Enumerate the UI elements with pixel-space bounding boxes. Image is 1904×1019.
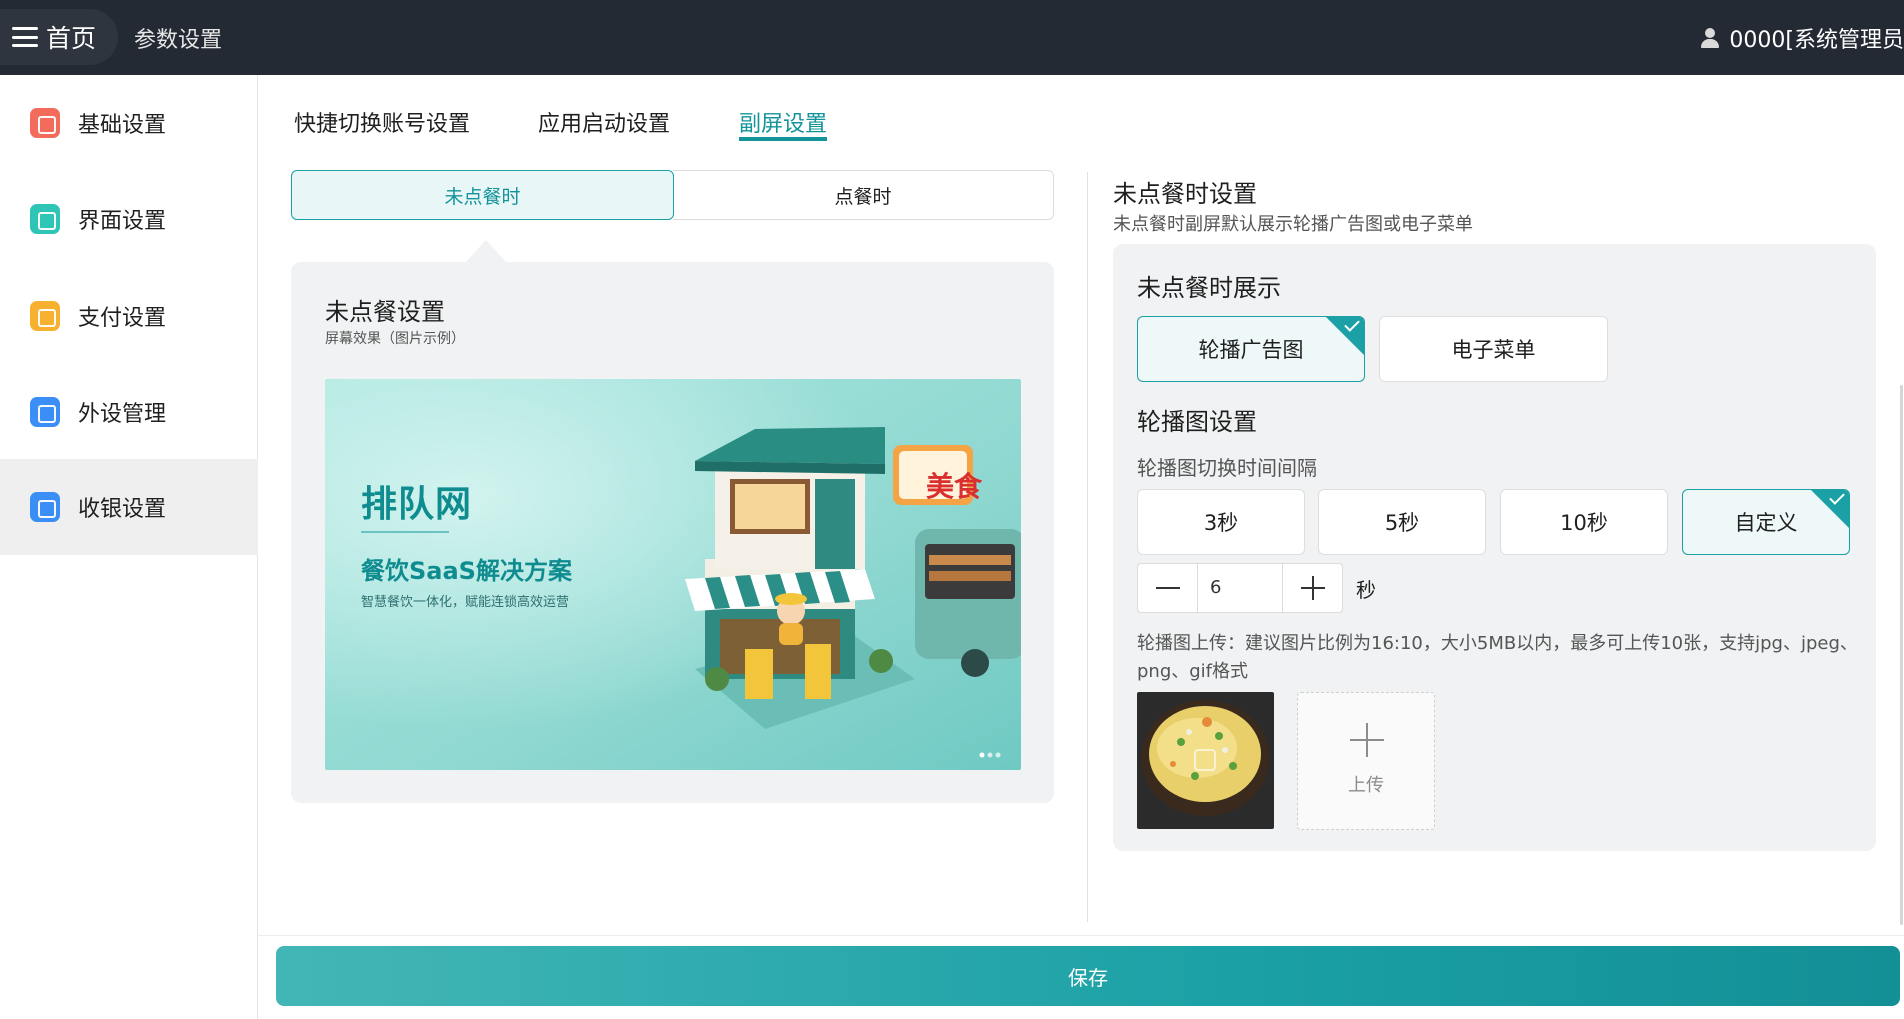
display-section-title: 未点餐时展示 bbox=[1137, 274, 1281, 302]
interval-5s[interactable]: 5秒 bbox=[1318, 489, 1486, 555]
interval-value-input[interactable]: 6 bbox=[1198, 564, 1282, 612]
user-label: 0000[系统管理员 bbox=[1729, 28, 1904, 53]
sidebar-item-label: 收银设置 bbox=[78, 497, 167, 522]
option-digital-menu[interactable]: 电子菜单 bbox=[1379, 316, 1608, 382]
scrollbar[interactable] bbox=[1900, 385, 1903, 925]
option-label: 3秒 bbox=[1203, 511, 1239, 535]
preview-title: 未点餐设置 bbox=[325, 298, 445, 326]
sidebar-item-basic[interactable]: 基础设置 bbox=[0, 75, 258, 171]
interval-10s[interactable]: 10秒 bbox=[1500, 489, 1668, 555]
yen-icon bbox=[30, 301, 60, 331]
sidebar-item-payment[interactable]: 支付设置 bbox=[0, 268, 258, 364]
tab-app-startup[interactable]: 应用启动设置 bbox=[538, 106, 670, 138]
sidebar-item-interface[interactable]: 界面设置 bbox=[0, 171, 258, 267]
active-tab-indicator bbox=[739, 137, 827, 141]
preview-banner-image: 排队网 餐饮SaaS解决方案 智慧餐饮一体化，赋能连锁高效运营 美食 bbox=[325, 379, 1021, 770]
settings-subtitle: 未点餐时副屏默认展示轮播广告图或电子菜单 bbox=[1113, 214, 1473, 235]
user-menu[interactable]: 0000[系统管理员 bbox=[1699, 22, 1904, 54]
display-icon bbox=[30, 204, 60, 234]
card-pointer bbox=[466, 240, 506, 262]
option-carousel-ads[interactable]: 轮播广告图 bbox=[1137, 316, 1365, 382]
chart-icon bbox=[30, 397, 60, 427]
upload-label: 上传 bbox=[1348, 775, 1384, 796]
save-button[interactable]: 保存 bbox=[276, 946, 1900, 1006]
tab-quick-switch[interactable]: 快捷切换账号设置 bbox=[294, 106, 470, 138]
list-icon bbox=[30, 108, 60, 138]
carousel-section-title: 轮播图设置 bbox=[1137, 408, 1257, 436]
uploaded-image-thumbnail[interactable] bbox=[1137, 692, 1274, 829]
sidebar-item-peripherals[interactable]: 外设管理 bbox=[0, 364, 258, 460]
sidebar-item-label: 外设管理 bbox=[78, 402, 167, 427]
column-divider bbox=[1087, 172, 1088, 922]
plus-icon[interactable] bbox=[1282, 564, 1342, 612]
banner-headline: 餐饮SaaS解决方案 bbox=[361, 557, 572, 585]
sidebar-item-cashier[interactable]: 收银设置 bbox=[0, 459, 258, 555]
option-label: 轮播广告图 bbox=[1198, 338, 1304, 362]
preview-subtitle: 屏幕效果（图片示例） bbox=[325, 331, 465, 347]
upload-hint: 轮播图上传：建议图片比例为16:10，大小5MB以内，最多可上传10张，支持jp… bbox=[1137, 633, 1858, 682]
banner-sign: 美食 bbox=[926, 470, 983, 503]
interval-custom[interactable]: 自定义 bbox=[1682, 489, 1850, 555]
minus-icon[interactable] bbox=[1138, 564, 1198, 612]
option-label: 电子菜单 bbox=[1451, 338, 1536, 362]
upload-button[interactable]: 上传 bbox=[1297, 692, 1435, 830]
sidebar: 基础设置 界面设置 支付设置 外设管理 收银设置 bbox=[0, 75, 258, 1019]
breadcrumb-current: 参数设置 bbox=[134, 28, 223, 53]
tab-secondary-screen[interactable]: 副屏设置 bbox=[739, 106, 827, 138]
interval-unit: 秒 bbox=[1356, 578, 1376, 602]
banner-logo: 排队网 bbox=[361, 484, 473, 525]
interval-label: 轮播图切换时间间隔 bbox=[1137, 456, 1317, 480]
sidebar-item-label: 界面设置 bbox=[78, 209, 167, 234]
option-label: 5秒 bbox=[1384, 511, 1420, 535]
banner-tagline: 智慧餐饮一体化，赋能连锁高效运营 bbox=[361, 595, 570, 610]
option-label: 自定义 bbox=[1734, 511, 1798, 535]
preview-card: 未点餐设置 屏幕效果（图片示例） 排队网 餐饮SaaS解决方案 智慧餐饮一体化，… bbox=[291, 262, 1054, 803]
interval-3s[interactable]: 3秒 bbox=[1137, 489, 1305, 555]
sidebar-item-label: 支付设置 bbox=[78, 306, 167, 331]
banner-divider bbox=[361, 531, 449, 533]
plus-icon bbox=[1350, 723, 1384, 757]
user-icon bbox=[1699, 26, 1721, 50]
option-label: 10秒 bbox=[1560, 511, 1608, 535]
segment-ordering[interactable]: 点餐时 bbox=[673, 170, 1054, 220]
home-label: 首页 bbox=[46, 24, 97, 53]
top-bar: 首页 参数设置 0000[系统管理员 bbox=[0, 0, 1904, 75]
home-button[interactable]: 首页 bbox=[0, 9, 118, 65]
menu-icon bbox=[12, 27, 38, 47]
gear-icon bbox=[30, 492, 60, 522]
interval-stepper: 6 bbox=[1137, 563, 1343, 613]
settings-title: 未点餐时设置 bbox=[1113, 180, 1257, 208]
segment-not-ordering[interactable]: 未点餐时 bbox=[291, 170, 674, 220]
sidebar-item-label: 基础设置 bbox=[78, 113, 167, 138]
